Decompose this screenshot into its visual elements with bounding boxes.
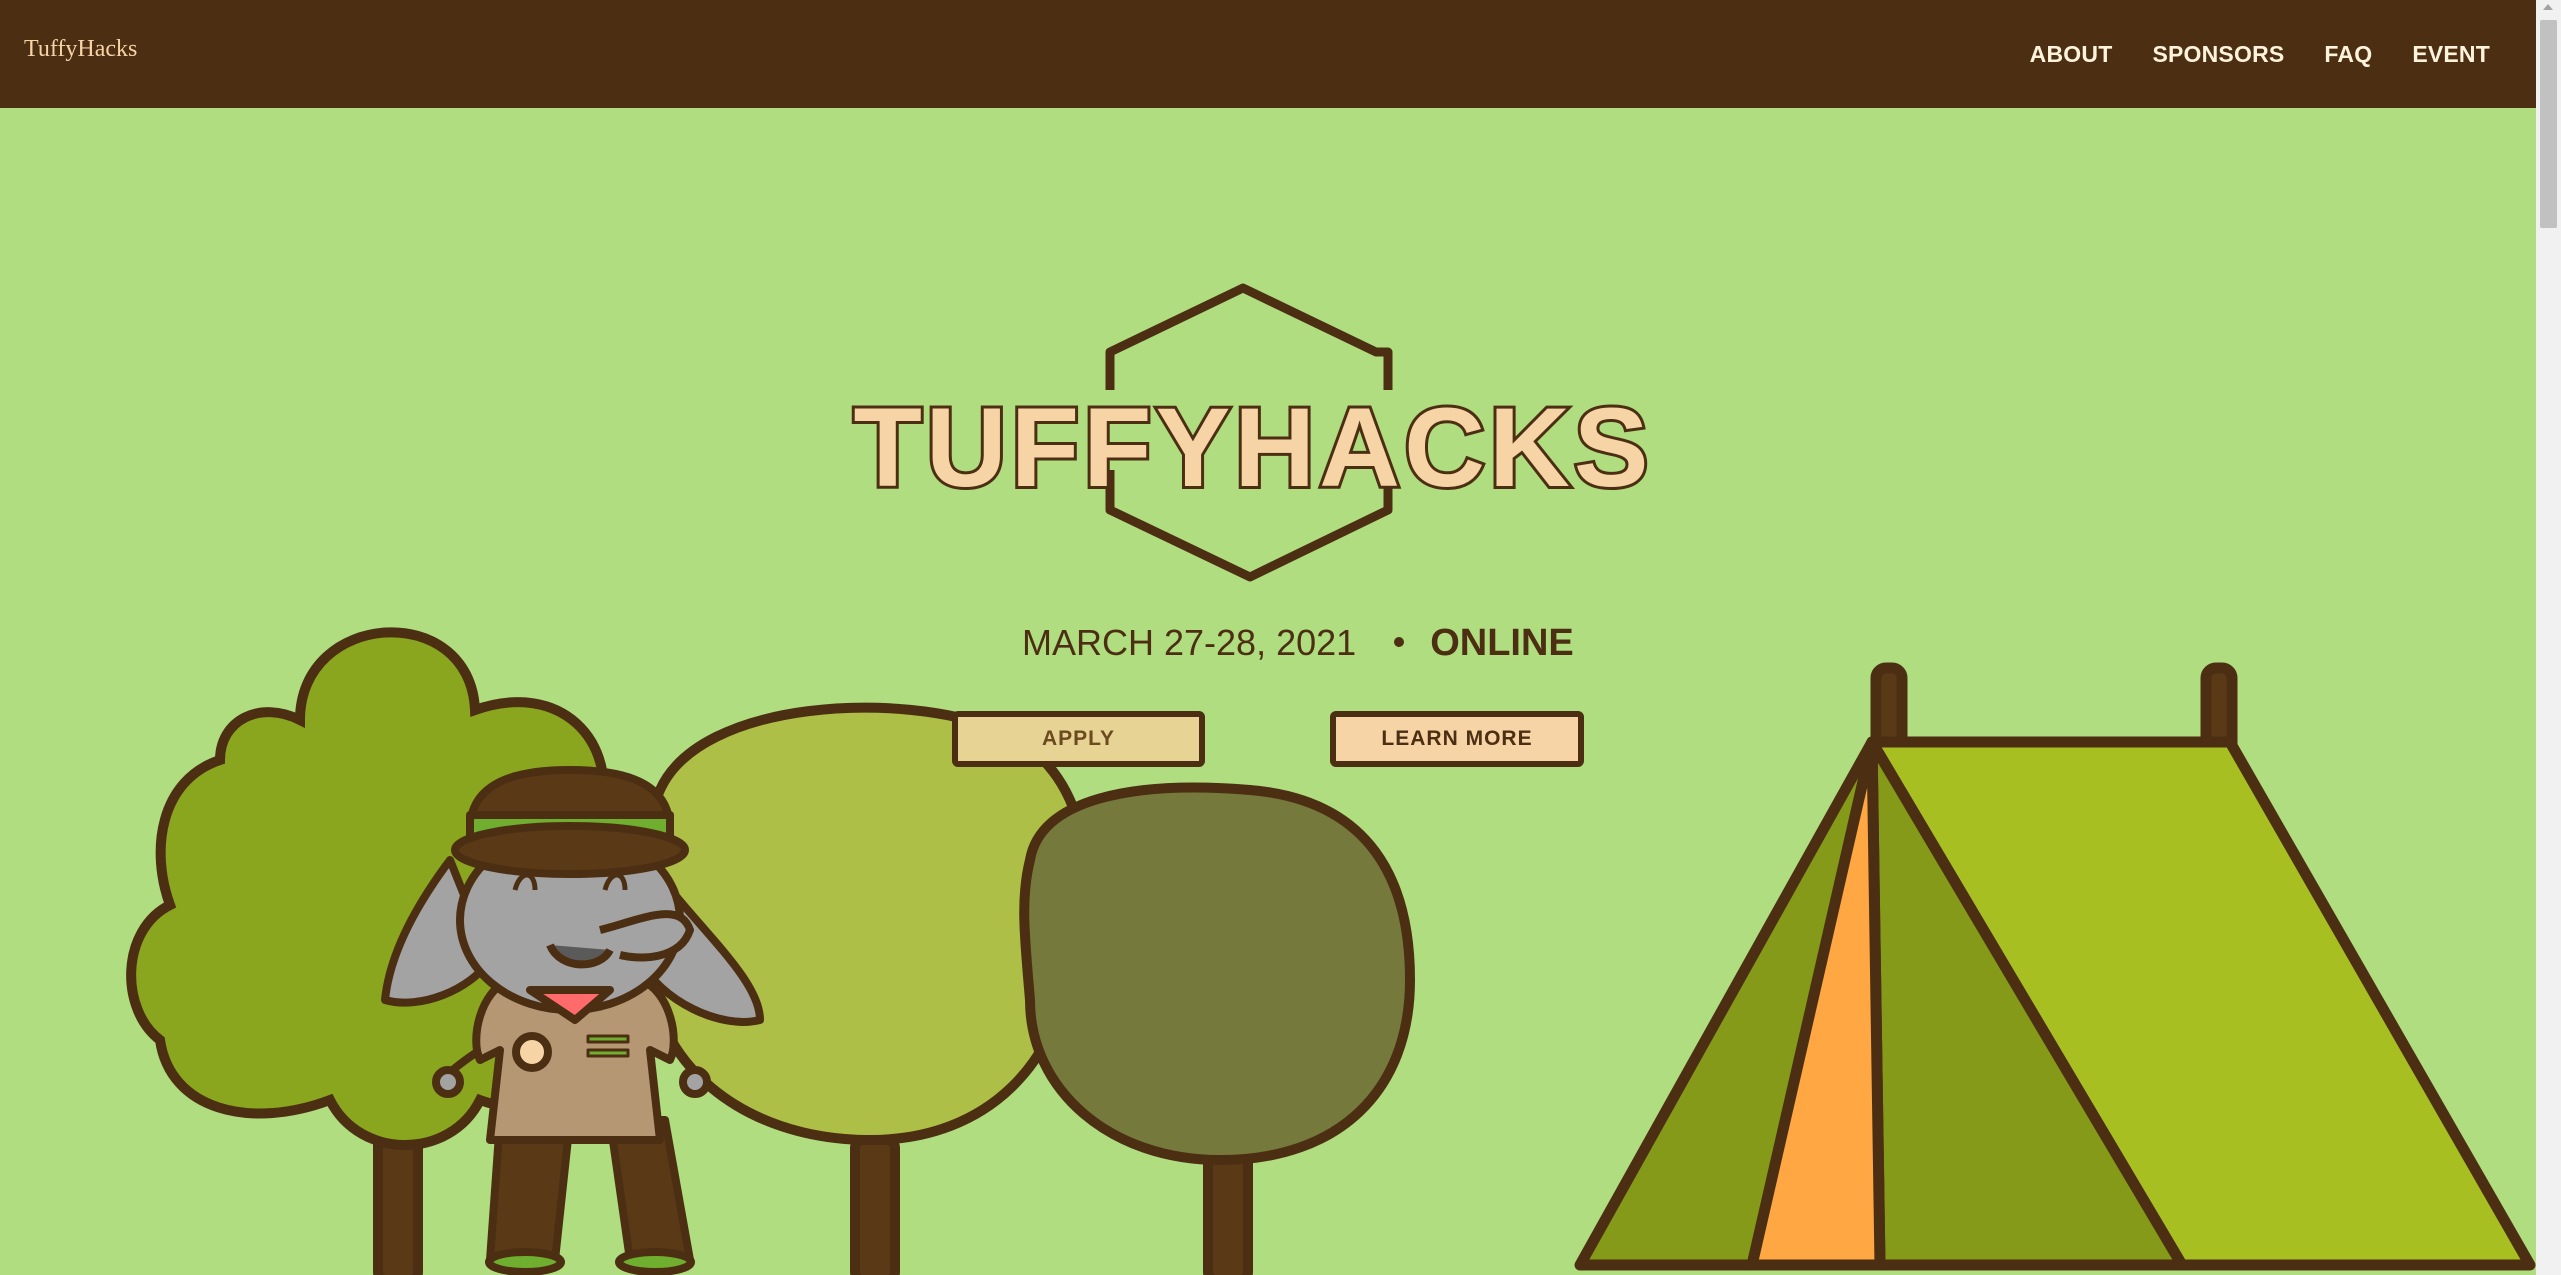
logo-title-text: TUFFYHACKS [850, 385, 1653, 511]
tent-illustration [1574, 662, 2536, 1271]
logo-title: TUFFYHACKS [822, 385, 1684, 511]
page-scrollbar[interactable] [2536, 0, 2561, 1275]
scroll-thumb[interactable] [2540, 20, 2557, 228]
scroll-up-arrow-icon[interactable] [2543, 4, 2553, 10]
event-date-line: MARCH 27-28, 2021 ONLINE [1022, 622, 1574, 665]
separator-dot [1394, 637, 1405, 648]
event-location: ONLINE [1430, 622, 1574, 664]
learn-more-button[interactable]: LEARN MORE [1330, 711, 1584, 767]
event-date: MARCH 27-28, 2021 [1022, 622, 1357, 663]
tree-illustration [126, 627, 1416, 1275]
apply-button[interactable]: APPLY [952, 711, 1205, 767]
